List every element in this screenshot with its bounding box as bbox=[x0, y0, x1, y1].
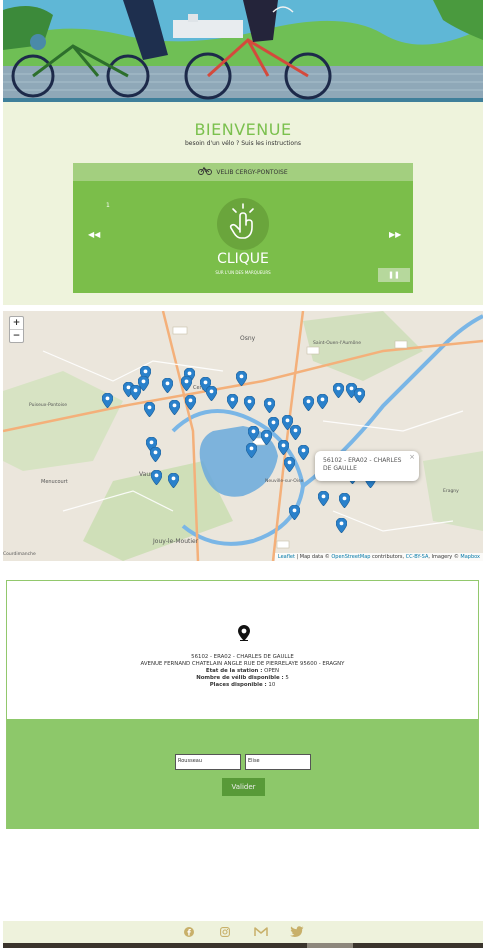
pause-icon: ❚❚ bbox=[388, 271, 400, 279]
station-marker-icon[interactable] bbox=[168, 473, 179, 488]
popup-text: 56102 - ERA02 - CHARLES DE GAULLE bbox=[323, 457, 402, 472]
slide-number: 1 bbox=[106, 202, 110, 209]
cta-subtext: SUR L'UN DES MARQUEURS bbox=[215, 270, 271, 275]
station-marker-icon[interactable] bbox=[333, 383, 344, 398]
station-marker-icon[interactable] bbox=[278, 440, 289, 455]
zoom-control: + − bbox=[9, 316, 24, 343]
bikes-value: 5 bbox=[283, 675, 289, 681]
map-label-menucourt: Menucourt bbox=[41, 479, 68, 485]
map-pin-icon bbox=[238, 625, 250, 645]
station-marker-icon[interactable] bbox=[261, 430, 272, 445]
station-marker-icon[interactable] bbox=[150, 447, 161, 462]
station-marker-icon[interactable] bbox=[244, 396, 255, 411]
status-label: Etat de la station : bbox=[205, 668, 263, 674]
map-label-eragny: Eragny bbox=[443, 489, 459, 494]
map-attribution: Leaflet | Map data © OpenStreetMap contr… bbox=[274, 553, 483, 561]
lastname-input[interactable]: Rousseau bbox=[175, 754, 241, 770]
gmail-icon[interactable] bbox=[254, 925, 268, 939]
reservation-form: Rousseau Elise Valider bbox=[7, 719, 478, 829]
station-marker-icon[interactable] bbox=[162, 378, 173, 393]
map-label-neuville: Neuville-sur-Oise bbox=[265, 479, 304, 484]
footer-social bbox=[3, 921, 483, 943]
station-marker-icon[interactable] bbox=[284, 457, 295, 472]
bicycle-icon bbox=[198, 167, 213, 177]
next-slide-icon[interactable]: ▶▶ bbox=[389, 230, 401, 239]
popup-close-button[interactable]: × bbox=[409, 453, 415, 461]
bottom-bar bbox=[3, 943, 483, 948]
station-marker-icon[interactable] bbox=[339, 493, 350, 508]
pause-button[interactable]: ❚❚ bbox=[378, 268, 410, 282]
station-marker-icon[interactable] bbox=[206, 386, 217, 401]
facebook-icon[interactable] bbox=[182, 925, 196, 939]
station-marker-icon[interactable] bbox=[151, 470, 162, 485]
osm-link[interactable]: OpenStreetMap bbox=[331, 554, 370, 560]
station-marker-icon[interactable] bbox=[227, 394, 238, 409]
page-title: BIENVENUE bbox=[194, 120, 292, 139]
prev-slide-icon[interactable]: ◀◀ bbox=[88, 230, 100, 239]
station-marker-icon[interactable] bbox=[130, 385, 141, 400]
station-details-panel: 56102 - ERA02 - CHARLES DE GAULLE AVENUE… bbox=[6, 580, 479, 829]
mapbox-link[interactable]: Mapbox bbox=[460, 554, 480, 560]
status-value: OPEN bbox=[262, 668, 280, 674]
station-popup: 56102 - ERA02 - CHARLES DE GAULLE × bbox=[315, 451, 419, 481]
station-marker-icon[interactable] bbox=[181, 376, 192, 391]
station-info: 56102 - ERA02 - CHARLES DE GAULLE AVENUE… bbox=[7, 581, 478, 719]
station-marker-icon[interactable] bbox=[169, 400, 180, 415]
map-label-saint-ouen: Saint-Ouen-l'Aumône bbox=[313, 341, 362, 346]
welcome-subtitle: besoin d'un vélo ? Suis les instructions bbox=[184, 140, 302, 147]
station-marker-icon[interactable] bbox=[102, 393, 113, 408]
station-bikes: Nombre de vélib disponible : 5 bbox=[7, 675, 478, 682]
welcome-section: BIENVENUE besoin d'un vélo ? Suis les in… bbox=[3, 102, 483, 305]
station-marker-icon[interactable] bbox=[264, 398, 275, 413]
station-name: 56102 - ERA02 - CHARLES DE GAULLE bbox=[191, 654, 294, 660]
station-marker-icon[interactable] bbox=[290, 425, 301, 440]
station-places: Places disponible : 10 bbox=[7, 682, 478, 689]
instagram-icon[interactable] bbox=[218, 925, 232, 939]
attribution-text: | Map data © bbox=[294, 554, 332, 560]
map-label-jouy: Jouy-le-Moutier bbox=[153, 538, 199, 545]
station-marker-icon[interactable] bbox=[318, 491, 329, 506]
map-label-puiseux: Puiseux-Pontoise bbox=[29, 403, 68, 408]
station-marker-icon[interactable] bbox=[354, 388, 365, 403]
attribution-text: contributors, bbox=[370, 554, 406, 560]
station-marker-icon[interactable] bbox=[303, 396, 314, 411]
bikes-label: Nombre de vélib disponible : bbox=[196, 675, 284, 681]
station-address: AVENUE FERNAND CHATELAIN ANGLE RUE DE PI… bbox=[140, 661, 345, 667]
hand-tap-icon bbox=[217, 198, 269, 250]
station-marker-icon[interactable] bbox=[248, 426, 259, 441]
station-marker-icon[interactable] bbox=[336, 518, 347, 533]
station-marker-icon[interactable] bbox=[289, 505, 300, 520]
zoom-out-button[interactable]: − bbox=[10, 329, 23, 342]
map-label-courdimanche: Courdimanche bbox=[3, 552, 36, 557]
firstname-input[interactable]: Elise bbox=[245, 754, 311, 770]
twitter-icon[interactable] bbox=[290, 925, 304, 939]
bottom-bar-segment bbox=[307, 943, 353, 948]
places-label: Places disponible : bbox=[209, 682, 267, 688]
station-marker-icon[interactable] bbox=[298, 445, 309, 460]
station-marker-icon[interactable] bbox=[236, 371, 247, 386]
hero-illustration bbox=[3, 0, 483, 102]
station-marker-icon[interactable] bbox=[185, 395, 196, 410]
slider-header-label: VELIB CERGY-PONTOISE bbox=[216, 168, 288, 176]
station-map[interactable]: Osny Vauréal Jouy-le-Moutier Menucourt P… bbox=[3, 311, 483, 561]
slider-header: VELIB CERGY-PONTOISE bbox=[73, 163, 413, 181]
station-marker-icon[interactable] bbox=[317, 394, 328, 409]
validate-button[interactable]: Valider bbox=[222, 778, 265, 796]
places-value: 10 bbox=[266, 682, 276, 688]
station-status: Etat de la station : OPEN bbox=[7, 668, 478, 675]
station-marker-icon[interactable] bbox=[246, 443, 257, 458]
leaflet-link[interactable]: Leaflet bbox=[278, 554, 295, 560]
attribution-text: , Imagery © bbox=[428, 554, 461, 560]
zoom-in-button[interactable]: + bbox=[10, 317, 23, 329]
cc-link[interactable]: CC-BY-SA bbox=[406, 554, 429, 560]
cta-text: CLIQUE bbox=[217, 251, 269, 267]
map-label-osny: Osny bbox=[240, 335, 256, 342]
station-marker-icon[interactable] bbox=[144, 402, 155, 417]
